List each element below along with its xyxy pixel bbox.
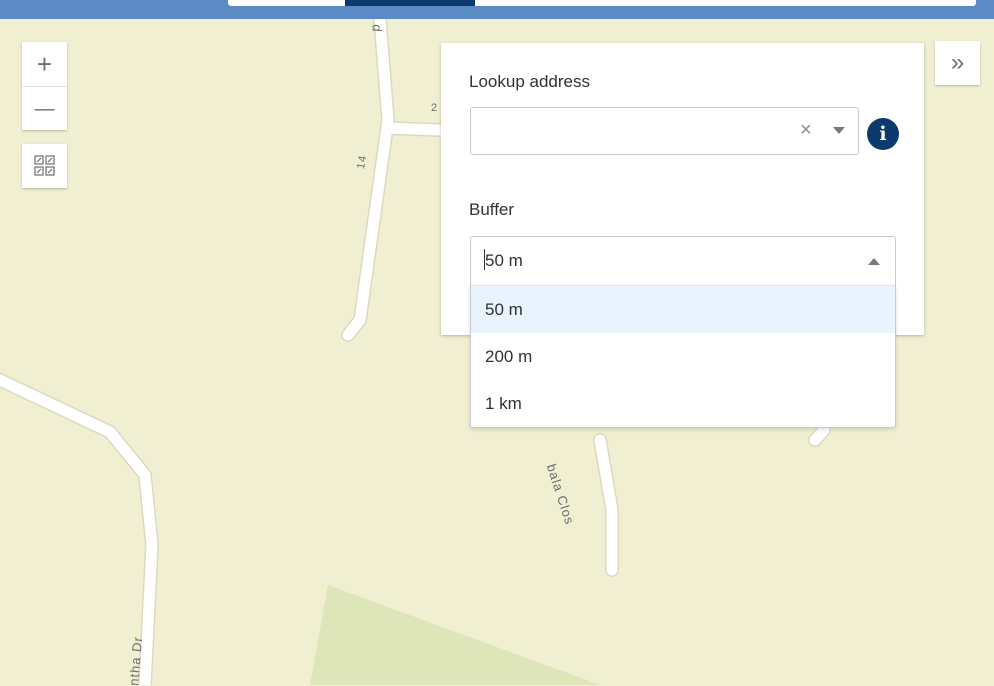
double-chevron-right-icon: » bbox=[950, 49, 965, 76]
road-label-2: 2 bbox=[431, 102, 439, 114]
park-area bbox=[310, 585, 600, 685]
road-label-14: 14 bbox=[354, 153, 370, 171]
chevron-down-icon[interactable] bbox=[833, 127, 845, 134]
buffer-option[interactable]: 50 m bbox=[471, 286, 895, 333]
lookup-address-input[interactable] bbox=[483, 108, 787, 154]
road-upper-branch bbox=[382, 122, 446, 136]
road-upper bbox=[342, 19, 394, 341]
collapse-panel-button[interactable]: » bbox=[935, 41, 980, 85]
top-toolbar-panel bbox=[228, 0, 976, 6]
active-top-tab[interactable] bbox=[345, 0, 475, 6]
road-label-d: d bbox=[369, 23, 385, 34]
default-extent-button[interactable] bbox=[22, 144, 67, 188]
buffer-select[interactable]: 50 m bbox=[470, 236, 896, 286]
buffer-label: Buffer bbox=[469, 200, 515, 219]
buffer-option[interactable]: 1 km bbox=[471, 380, 895, 427]
lookup-address-label: Lookup address bbox=[469, 72, 590, 91]
chevron-up-icon[interactable] bbox=[868, 258, 880, 265]
info-button[interactable]: i bbox=[867, 118, 899, 150]
zoom-controls: + — bbox=[22, 42, 67, 130]
buffer-option[interactable]: 200 m bbox=[471, 333, 895, 380]
plus-icon: + bbox=[36, 48, 53, 79]
road-stub bbox=[809, 424, 830, 446]
lookup-address-combobox[interactable]: × bbox=[470, 107, 859, 155]
grid-extent-icon bbox=[33, 155, 55, 176]
close-icon[interactable]: × bbox=[800, 119, 812, 142]
zoom-out-button[interactable]: — bbox=[22, 86, 67, 131]
info-icon: i bbox=[879, 123, 887, 145]
buffer-selected-value: 50 m bbox=[485, 251, 523, 270]
buffer-options-list: 50 m 200 m 1 km bbox=[470, 285, 896, 428]
zoom-in-button[interactable]: + bbox=[22, 42, 67, 86]
minus-icon: — bbox=[34, 97, 55, 120]
